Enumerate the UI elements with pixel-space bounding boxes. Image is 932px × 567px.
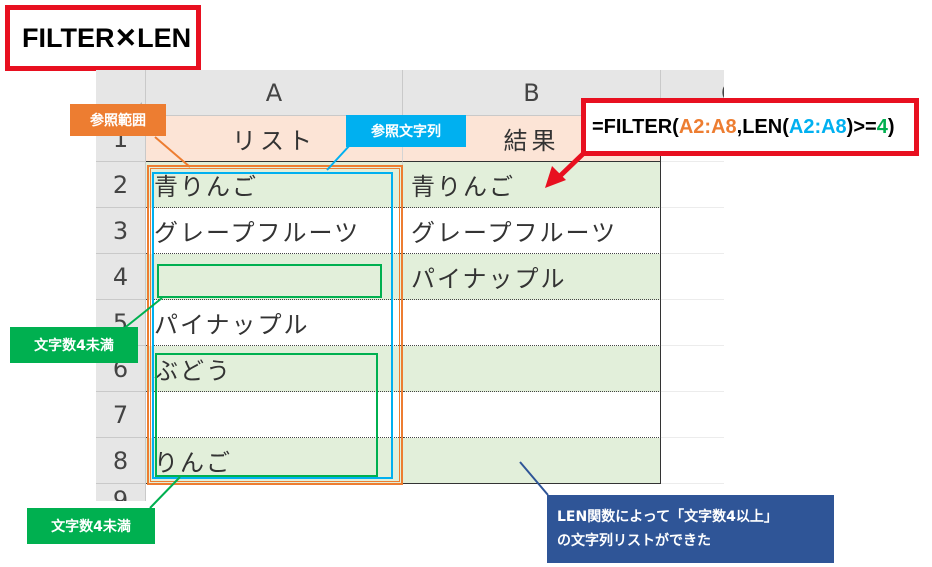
- cell-a3[interactable]: グレープフルーツ: [146, 208, 403, 254]
- result-note-line-1: LEN関数によって「文字数4以上」: [557, 509, 778, 525]
- row-header-8[interactable]: 8: [96, 438, 146, 484]
- formula-range-2: A2:A8: [788, 115, 847, 138]
- formula-prefix: =FILTER(: [592, 115, 679, 138]
- cell-c8[interactable]: [661, 438, 724, 484]
- reference-string-label: 参照文字列: [346, 115, 466, 147]
- cell-b3[interactable]: グレープフルーツ: [403, 208, 661, 254]
- row-header-2[interactable]: 2: [96, 162, 146, 208]
- cell-a2[interactable]: 青りんご: [146, 162, 403, 208]
- cell-b7[interactable]: [403, 392, 661, 438]
- column-header-a[interactable]: A: [146, 70, 403, 116]
- row-header-9[interactable]: 9: [96, 484, 146, 501]
- row-header-4[interactable]: 4: [96, 254, 146, 300]
- cell-c3[interactable]: [661, 208, 724, 254]
- cell-b6[interactable]: [403, 346, 661, 392]
- row-header-3[interactable]: 3: [96, 208, 146, 254]
- under-4-chars-label-a: 文字数4未満: [10, 327, 138, 363]
- page-title: FILTER✕LEN: [5, 5, 201, 71]
- cell-a5[interactable]: パイナップル: [146, 300, 403, 346]
- cell-c4[interactable]: [661, 254, 724, 300]
- cell-a6[interactable]: ぶどう: [146, 346, 403, 392]
- reference-range-label: 参照範囲: [70, 104, 166, 136]
- cell-c2[interactable]: [661, 162, 724, 208]
- cell-c6[interactable]: [661, 346, 724, 392]
- cell-b4[interactable]: パイナップル: [403, 254, 661, 300]
- row-header-7[interactable]: 7: [96, 392, 146, 438]
- cell-b8[interactable]: [403, 438, 661, 484]
- formula-number: 4: [876, 115, 888, 138]
- formula-callout: =FILTER(A2:A8 ,LEN(A2:A8)>= 4): [581, 98, 919, 156]
- cell-a4[interactable]: [146, 254, 403, 300]
- formula-len: ,LEN(: [736, 115, 789, 138]
- cell-c5[interactable]: [661, 300, 724, 346]
- formula-suffix: ): [887, 115, 895, 138]
- result-note: LEN関数によって「文字数4以上」 の文字列リストができた: [547, 495, 834, 563]
- under-4-chars-label-b: 文字数4未満: [27, 508, 155, 544]
- result-note-line-2: の文字列リストができた: [557, 533, 711, 549]
- cell-c7[interactable]: [661, 392, 724, 438]
- cell-b2[interactable]: 青りんご: [403, 162, 661, 208]
- formula-range-1: A2:A8: [678, 115, 737, 138]
- cell-a7[interactable]: [146, 392, 403, 438]
- cell-b5[interactable]: [403, 300, 661, 346]
- cell-a8[interactable]: りんご: [146, 438, 403, 484]
- formula-operator: )>=: [846, 115, 877, 138]
